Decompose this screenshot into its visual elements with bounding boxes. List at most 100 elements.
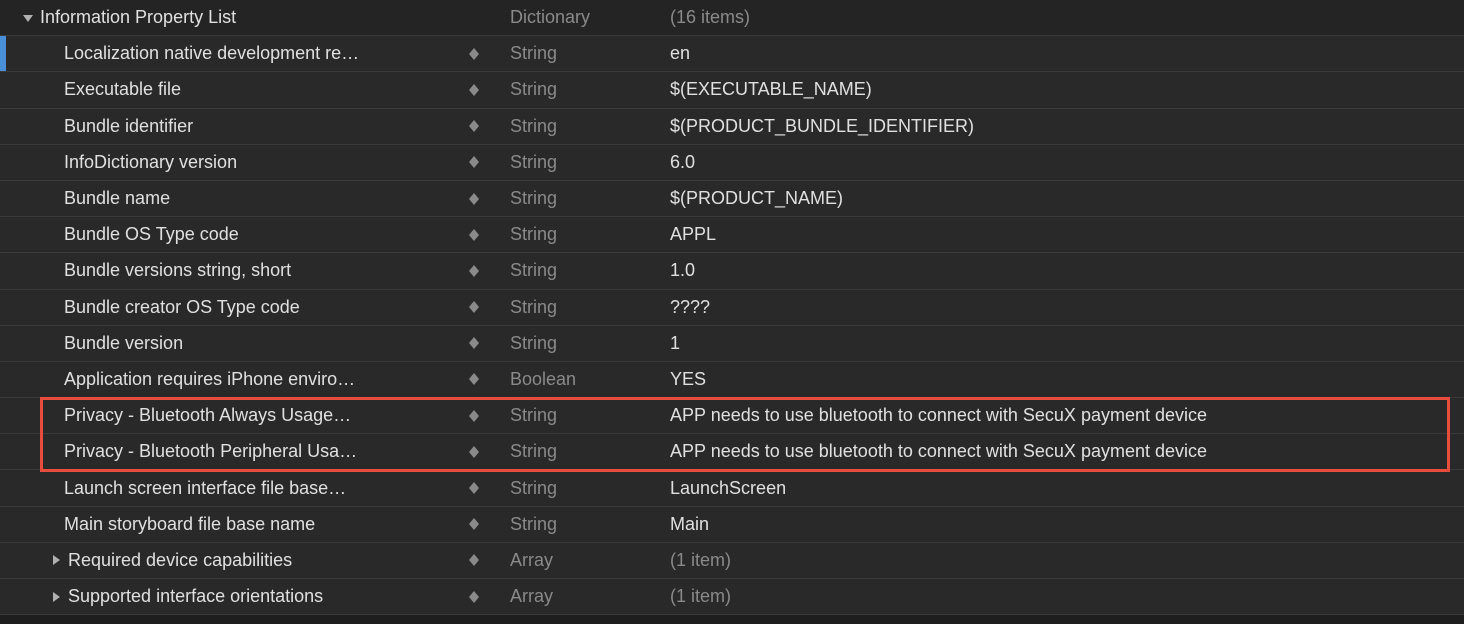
plist-row[interactable]: Bundle versions string, short String1.0 — [0, 253, 1464, 289]
type-label[interactable]: String — [500, 333, 660, 354]
type-label[interactable]: String — [500, 152, 660, 173]
key-stepper-icon[interactable] — [462, 265, 486, 277]
key-stepper-icon[interactable] — [462, 591, 486, 603]
key-cell: Privacy - Bluetooth Peripheral Usa… — [0, 441, 500, 462]
key-label[interactable]: Privacy - Bluetooth Always Usage… — [64, 405, 456, 426]
type-label[interactable]: String — [500, 514, 660, 535]
key-stepper-icon[interactable] — [462, 410, 486, 422]
key-label[interactable]: Bundle versions string, short — [64, 260, 456, 281]
plist-row[interactable]: Bundle OS Type code StringAPPL — [0, 217, 1464, 253]
key-cell: Executable file — [0, 79, 500, 100]
plist-row[interactable]: Supported interface orientations Array(1 … — [0, 579, 1464, 615]
plist-row[interactable]: Bundle identifier String$(PRODUCT_BUNDLE_… — [0, 109, 1464, 145]
key-label[interactable]: Bundle identifier — [64, 116, 456, 137]
root-key-label: Information Property List — [40, 7, 500, 28]
key-cell: Bundle creator OS Type code — [0, 297, 500, 318]
key-label[interactable]: Bundle version — [64, 333, 456, 354]
plist-root-row[interactable]: Information Property List Dictionary (16… — [0, 0, 1464, 36]
key-label[interactable]: Bundle creator OS Type code — [64, 297, 456, 318]
key-cell: Launch screen interface file base… — [0, 478, 500, 499]
key-cell: Bundle identifier — [0, 116, 500, 137]
disclosure-triangle-right-icon[interactable] — [48, 552, 64, 568]
plist-row[interactable]: Privacy - Bluetooth Peripheral Usa… Strin… — [0, 434, 1464, 470]
key-stepper-icon[interactable] — [462, 120, 486, 132]
plist-row[interactable]: Privacy - Bluetooth Always Usage… StringA… — [0, 398, 1464, 434]
type-label[interactable]: String — [500, 43, 660, 64]
key-cell: Bundle OS Type code — [0, 224, 500, 245]
key-stepper-icon[interactable] — [462, 446, 486, 458]
key-stepper-icon[interactable] — [462, 193, 486, 205]
plist-row[interactable]: Executable file String$(EXECUTABLE_NAME) — [0, 72, 1464, 108]
value-label[interactable]: (1 item) — [660, 550, 1464, 571]
key-stepper-icon[interactable] — [462, 48, 486, 60]
value-label[interactable]: APP needs to use bluetooth to connect wi… — [660, 405, 1464, 426]
key-stepper-icon[interactable] — [462, 156, 486, 168]
key-label[interactable]: Localization native development re… — [64, 43, 456, 64]
type-label[interactable]: String — [500, 224, 660, 245]
key-stepper-icon[interactable] — [462, 301, 486, 313]
plist-row[interactable]: Main storyboard file base name StringMain — [0, 507, 1464, 543]
type-label[interactable]: String — [500, 260, 660, 281]
key-stepper-icon[interactable] — [462, 337, 486, 349]
value-label[interactable]: APP needs to use bluetooth to connect wi… — [660, 441, 1464, 462]
value-label[interactable]: YES — [660, 369, 1464, 390]
key-stepper-icon[interactable] — [462, 229, 486, 241]
type-label[interactable]: String — [500, 405, 660, 426]
value-label[interactable]: en — [660, 43, 1464, 64]
value-label[interactable]: Main — [660, 514, 1464, 535]
value-label[interactable]: $(EXECUTABLE_NAME) — [660, 79, 1464, 100]
key-label[interactable]: Privacy - Bluetooth Peripheral Usa… — [64, 441, 456, 462]
type-label[interactable]: String — [500, 297, 660, 318]
key-label[interactable]: Bundle OS Type code — [64, 224, 456, 245]
key-stepper-icon[interactable] — [462, 373, 486, 385]
plist-row[interactable]: InfoDictionary version String6.0 — [0, 145, 1464, 181]
value-label[interactable]: $(PRODUCT_BUNDLE_IDENTIFIER) — [660, 116, 1464, 137]
value-label[interactable]: 1.0 — [660, 260, 1464, 281]
selection-indicator — [0, 36, 6, 71]
key-label[interactable]: Launch screen interface file base… — [64, 478, 456, 499]
plist-editor: Information Property List Dictionary (16… — [0, 0, 1464, 615]
type-label[interactable]: Array — [500, 586, 660, 607]
root-key-cell: Information Property List — [0, 7, 500, 28]
value-label[interactable]: 6.0 — [660, 152, 1464, 173]
key-stepper-icon[interactable] — [462, 482, 486, 494]
key-label[interactable]: InfoDictionary version — [64, 152, 456, 173]
value-label[interactable]: ???? — [660, 297, 1464, 318]
plist-row[interactable]: Localization native development re… Strin… — [0, 36, 1464, 72]
disclosure-triangle-down-icon[interactable] — [20, 10, 36, 26]
key-label[interactable]: Main storyboard file base name — [64, 514, 456, 535]
plist-row[interactable]: Application requires iPhone enviro… Boole… — [0, 362, 1464, 398]
key-label[interactable]: Supported interface orientations — [68, 586, 456, 607]
type-label[interactable]: String — [500, 188, 660, 209]
key-stepper-icon[interactable] — [462, 84, 486, 96]
key-label[interactable]: Application requires iPhone enviro… — [64, 369, 456, 390]
value-label[interactable]: APPL — [660, 224, 1464, 245]
type-label[interactable]: String — [500, 116, 660, 137]
plist-row[interactable]: Bundle creator OS Type code String???? — [0, 290, 1464, 326]
plist-row[interactable]: Bundle version String1 — [0, 326, 1464, 362]
disclosure-triangle-right-icon[interactable] — [48, 589, 64, 605]
plist-row[interactable]: Launch screen interface file base… String… — [0, 470, 1464, 506]
type-label[interactable]: String — [500, 79, 660, 100]
key-label[interactable]: Bundle name — [64, 188, 456, 209]
type-label[interactable]: Boolean — [500, 369, 660, 390]
key-cell: InfoDictionary version — [0, 152, 500, 173]
type-label[interactable]: String — [500, 441, 660, 462]
key-label[interactable]: Executable file — [64, 79, 456, 100]
type-label[interactable]: String — [500, 478, 660, 499]
key-cell: Bundle version — [0, 333, 500, 354]
value-label[interactable]: LaunchScreen — [660, 478, 1464, 499]
value-label[interactable]: $(PRODUCT_NAME) — [660, 188, 1464, 209]
plist-row[interactable]: Bundle name String$(PRODUCT_NAME) — [0, 181, 1464, 217]
plist-row[interactable]: Required device capabilities Array(1 item… — [0, 543, 1464, 579]
key-stepper-icon[interactable] — [462, 554, 486, 566]
value-label[interactable]: (1 item) — [660, 586, 1464, 607]
value-label[interactable]: 1 — [660, 333, 1464, 354]
key-cell: Application requires iPhone enviro… — [0, 369, 500, 390]
type-label[interactable]: Array — [500, 550, 660, 571]
key-cell: Privacy - Bluetooth Always Usage… — [0, 405, 500, 426]
key-cell: Bundle name — [0, 188, 500, 209]
key-stepper-icon[interactable] — [462, 518, 486, 530]
key-label[interactable]: Required device capabilities — [68, 550, 456, 571]
root-value-label: (16 items) — [660, 7, 1464, 28]
